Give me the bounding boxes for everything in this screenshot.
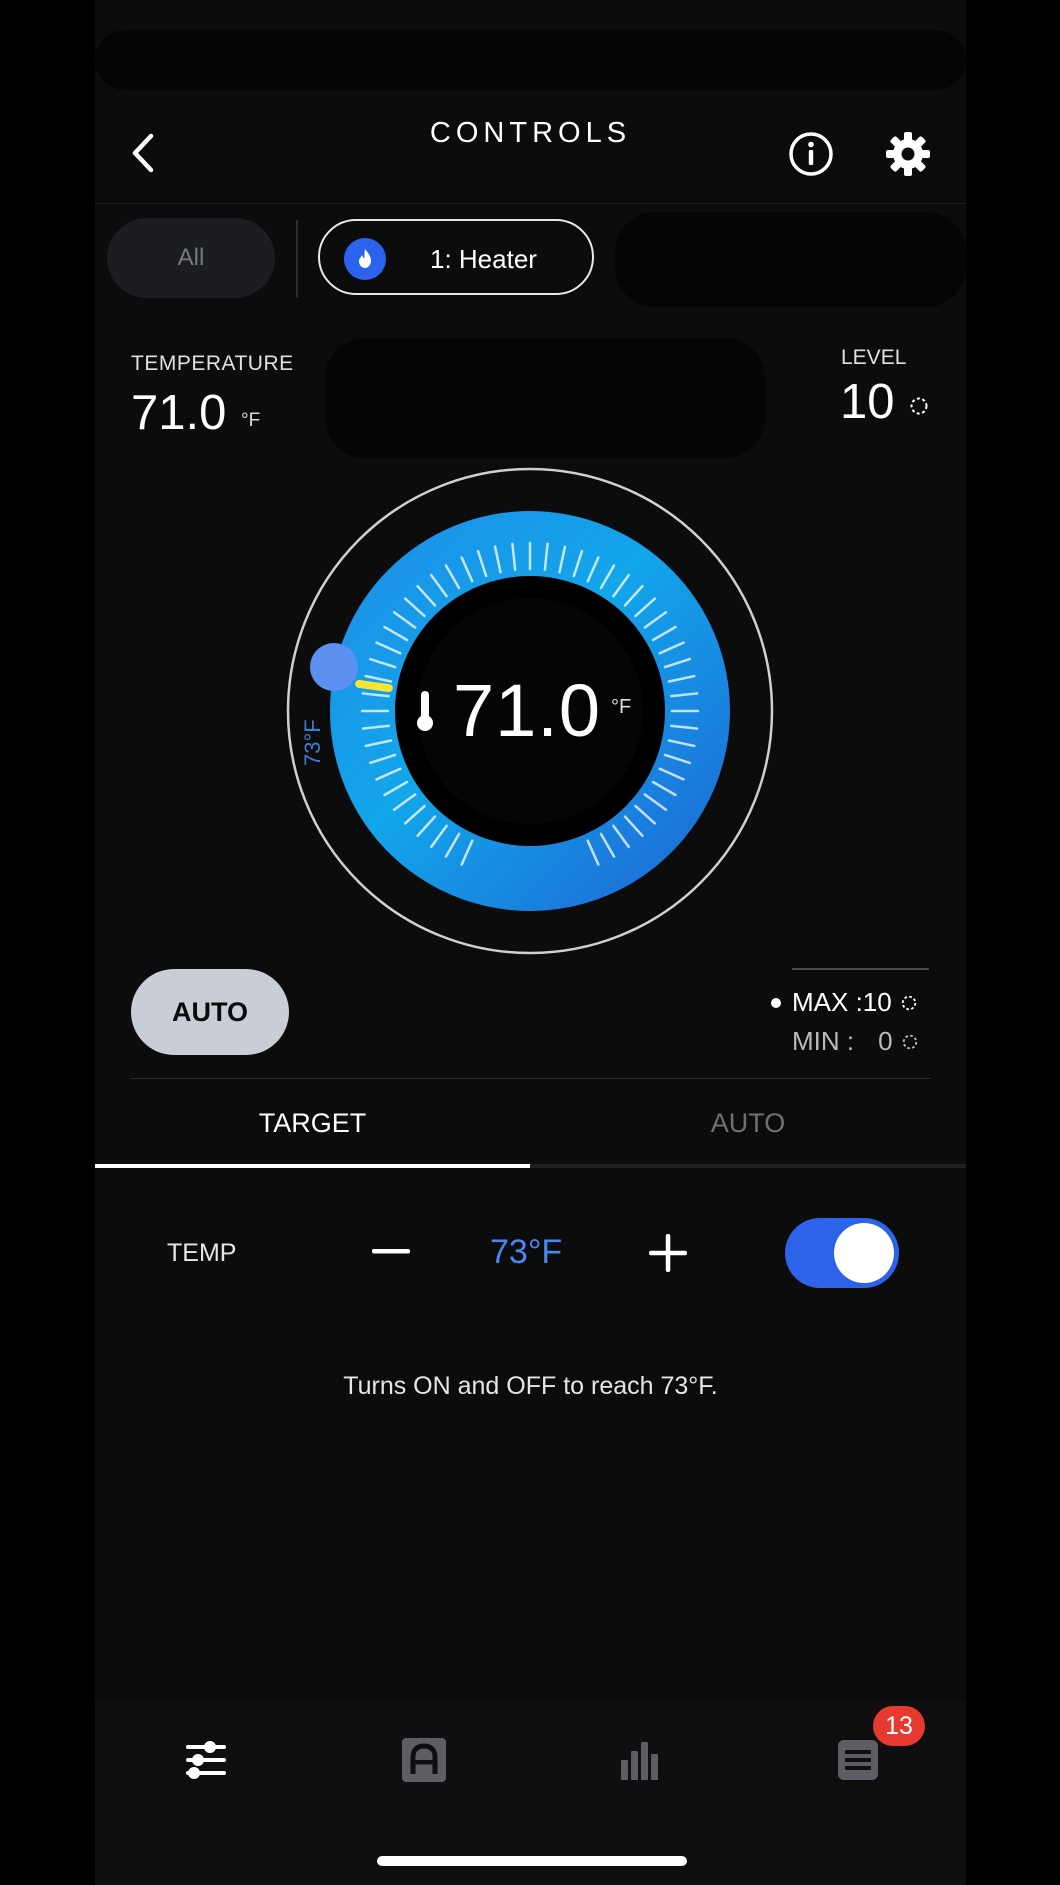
temperature-label: TEMPERATURE <box>131 352 294 375</box>
chip-heater[interactable]: 1: Heater <box>318 219 594 295</box>
chip-heater-label: 1: Heater <box>430 244 537 274</box>
dial-target-label: 73°F <box>300 719 325 766</box>
target-toggle[interactable] <box>785 1218 899 1288</box>
limits-divider <box>792 968 929 970</box>
redacted-area <box>325 338 765 458</box>
min-level-row[interactable]: MIN : 0 <box>792 1026 919 1057</box>
dial-readout: 71.0 °F <box>413 668 631 753</box>
level-label: LEVEL <box>841 346 907 369</box>
redacted-area <box>95 30 966 90</box>
info-icon[interactable] <box>788 131 834 177</box>
min-value: 0 <box>878 1026 893 1056</box>
selected-dot <box>771 997 781 1008</box>
level-ring-icon <box>901 995 916 1010</box>
tab-auto[interactable]: AUTO <box>530 1108 966 1139</box>
setpoint-value: 73°F <box>490 1233 563 1271</box>
redacted-area <box>615 212 966 307</box>
target-description: Turns ON and OFF to reach 73°F. <box>343 1372 718 1400</box>
temperature-unit: °F <box>241 410 261 431</box>
level-ring-icon <box>902 1034 917 1049</box>
temperature-value: 71.0 <box>131 386 227 440</box>
chart-icon[interactable] <box>610 1730 670 1790</box>
notification-badge: 13 <box>873 1706 925 1746</box>
dial-current-value: 71.0 <box>453 669 602 752</box>
max-label: MAX :10 <box>792 987 892 1017</box>
automation-icon[interactable] <box>394 1730 454 1790</box>
temp-control-label: TEMP <box>167 1239 237 1267</box>
gear-icon[interactable] <box>885 131 931 177</box>
tab-indicator <box>95 1164 530 1168</box>
decrease-button[interactable] <box>370 1230 412 1272</box>
app-screen: CONTROLS All 1: Heater TEMPERATURE 71.0 … <box>95 0 966 1885</box>
increase-button[interactable] <box>648 1233 688 1273</box>
home-indicator[interactable] <box>377 1856 687 1866</box>
auto-mode-button[interactable]: AUTO <box>131 969 289 1055</box>
chip-all[interactable]: All <box>107 218 275 298</box>
max-level-row[interactable]: MAX :10 <box>771 987 918 1018</box>
level-ring-icon <box>910 397 928 415</box>
toggle-knob <box>834 1223 894 1283</box>
page-title: CONTROLS <box>429 117 632 149</box>
section-divider <box>131 1078 931 1079</box>
flame-icon <box>344 238 386 280</box>
tab-target[interactable]: TARGET <box>95 1108 530 1139</box>
thermometer-icon <box>417 690 433 731</box>
level-value: 10 <box>840 375 895 429</box>
target-handle[interactable] <box>310 643 358 691</box>
dial-unit: °F <box>611 696 632 718</box>
min-label: MIN : <box>792 1026 855 1056</box>
header-divider <box>95 203 966 204</box>
chip-divider <box>296 220 298 298</box>
sliders-icon[interactable] <box>176 1730 236 1790</box>
